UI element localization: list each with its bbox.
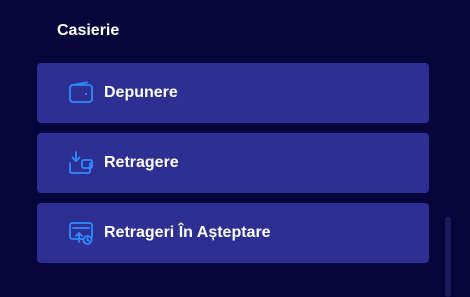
wallet-icon: [68, 80, 94, 106]
pending-withdrawals-menu-item[interactable]: Retrageri În Așteptare: [37, 203, 429, 263]
deposit-menu-item[interactable]: Depunere: [37, 63, 429, 123]
pending-withdrawals-label: Retrageri În Așteptare: [104, 224, 271, 241]
withdraw-icon: [68, 150, 94, 176]
withdraw-menu-item[interactable]: Retragere: [37, 133, 429, 193]
deposit-label: Depunere: [104, 84, 178, 101]
scrollbar-thumb[interactable]: [445, 217, 451, 297]
withdraw-label: Retragere: [104, 154, 179, 171]
cashier-title: Casierie: [57, 22, 120, 39]
pending-withdrawals-icon: [68, 220, 94, 246]
